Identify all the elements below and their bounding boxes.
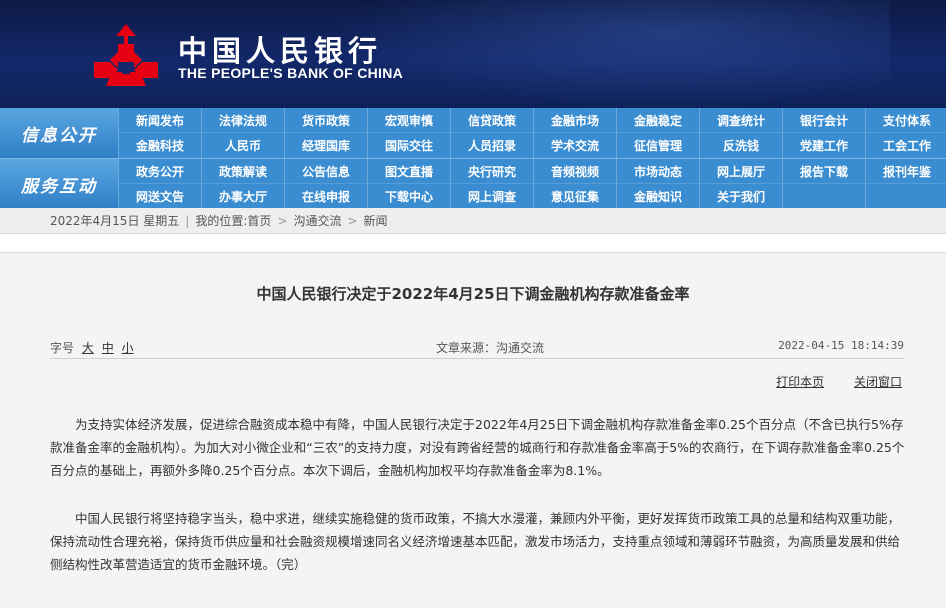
nav-link-public-2[interactable]: 货币政策: [284, 108, 367, 133]
nav-link-service-15[interactable]: 意见征集: [533, 184, 616, 209]
nav-link-service-2[interactable]: 公告信息: [284, 159, 367, 184]
font-size-medium-link[interactable]: 中: [102, 341, 114, 355]
nav-link-service-14[interactable]: 网上调查: [450, 184, 533, 209]
article-datetime: 2022-04-15 18:14:39: [778, 339, 904, 352]
nav-grid-service: 政务公开 政策解读 公告信息 图文直播 央行研究 音频视频 市场动态 网上展厅 报告下载 报刊年鉴…: [118, 159, 946, 209]
nav-row-public: 信息公开 新闻发布 法律法规 货币政策 宏观审慎 信贷政策 金融市场 金融稳定 调查统计 银行会…: [0, 108, 946, 158]
banner-glow: [330, 0, 890, 108]
font-size-controls: 字号 大 中 小: [50, 339, 134, 356]
nav-link-service-17[interactable]: 关于我们: [699, 184, 782, 209]
nav-link-service-12[interactable]: 在线申报: [284, 184, 367, 209]
nav-link-public-1[interactable]: 法律法规: [201, 108, 284, 133]
nav-link-public-4[interactable]: 信贷政策: [450, 108, 533, 133]
nav-grid-public: 新闻发布 法律法规 货币政策 宏观审慎 信贷政策 金融市场 金融稳定 调查统计 银行会计 支付体系…: [118, 108, 946, 158]
article-meta-bar: 字号 大 中 小 文章来源：沟通交流 2022-04-15 18:14:39: [50, 333, 904, 359]
nav-link-public-16[interactable]: 征信管理: [616, 133, 699, 158]
logo-chinese-text: 中国人民银行: [178, 34, 383, 68]
nav-link-service-7[interactable]: 网上展厅: [699, 159, 782, 184]
nav-link-service-1[interactable]: 政策解读: [201, 159, 284, 184]
article-title: 中国人民银行决定于2022年4月25日下调金融机构存款准备金率: [256, 285, 690, 303]
nav-category-public[interactable]: 信息公开: [0, 108, 118, 158]
nav-link-service-18: [782, 184, 865, 209]
nav-category-service[interactable]: 服务互动: [0, 159, 118, 209]
nav-link-service-10[interactable]: 网送文告: [118, 184, 201, 209]
breadcrumb: 2022年4月15日 星期五 | 我的位置: 首页 > 沟通交流 > 新闻: [0, 208, 946, 234]
nav-link-service-4[interactable]: 央行研究: [450, 159, 533, 184]
article-paragraph: 中国人民银行将坚持稳字当头，稳中求进，继续实施稳健的货币政策，不搞大水漫灌，兼顾…: [50, 511, 901, 572]
nav-link-public-10[interactable]: 金融科技: [118, 133, 201, 158]
nav-link-public-5[interactable]: 金融市场: [533, 108, 616, 133]
article-container: 中国人民银行决定于2022年4月25日下调金融机构存款准备金率 字号 大 中 小…: [0, 252, 946, 608]
nav-link-public-8[interactable]: 银行会计: [782, 108, 865, 133]
breadcrumb-home-link[interactable]: 首页: [247, 212, 271, 229]
nav-link-public-19[interactable]: 工会工作: [865, 133, 946, 158]
breadcrumb-divider: |: [185, 213, 190, 228]
nav-link-public-11[interactable]: 人民币: [201, 133, 284, 158]
article-source: 文章来源：沟通交流: [435, 341, 544, 355]
nav-link-public-0[interactable]: 新闻发布: [118, 108, 201, 133]
logo-english-text: THE PEOPLE'S BANK OF CHINA: [178, 65, 404, 81]
font-size-label: 字号: [50, 341, 75, 355]
nav-link-public-18[interactable]: 党建工作: [782, 133, 865, 158]
nav-link-service-9[interactable]: 报刊年鉴: [865, 159, 946, 184]
nav-link-service-16[interactable]: 金融知识: [616, 184, 699, 209]
nav-link-public-14[interactable]: 人员招录: [450, 133, 533, 158]
breadcrumb-current-link[interactable]: 新闻: [364, 212, 388, 229]
nav-link-service-0[interactable]: 政务公开: [118, 159, 201, 184]
nav-link-public-3[interactable]: 宏观审慎: [367, 108, 450, 133]
nav-link-service-8[interactable]: 报告下载: [782, 159, 865, 184]
location-label: 我的位置:: [195, 214, 248, 228]
font-size-large-link[interactable]: 大: [82, 341, 94, 355]
print-page-link[interactable]: 打印本页: [776, 375, 824, 389]
nav-link-public-15[interactable]: 学术交流: [533, 133, 616, 158]
pboc-logo-icon[interactable]: [88, 22, 164, 88]
nav-link-service-3[interactable]: 图文直播: [367, 159, 450, 184]
breadcrumb-section-link[interactable]: 沟通交流: [293, 212, 341, 229]
article-paragraph: 为支持实体经济发展，促进综合融资成本稳中有降，中国人民银行决定于2022年4月2…: [50, 417, 905, 478]
nav-link-public-9[interactable]: 支付体系: [865, 108, 946, 133]
breadcrumb-separator: >: [347, 213, 358, 228]
nav-link-service-19: [865, 184, 946, 209]
nav-link-public-17[interactable]: 反洗钱: [699, 133, 782, 158]
nav-link-service-11[interactable]: 办事大厅: [201, 184, 284, 209]
close-window-link[interactable]: 关闭窗口: [854, 375, 902, 389]
current-date: 2022年4月15日 星期五: [50, 214, 180, 228]
nav-link-public-12[interactable]: 经理国库: [284, 133, 367, 158]
nav-link-public-13[interactable]: 国际交往: [367, 133, 450, 158]
nav-link-service-13[interactable]: 下载中心: [367, 184, 450, 209]
header-banner: 中国人民银行 THE PEOPLE'S BANK OF CHINA: [0, 0, 946, 108]
nav-link-public-7[interactable]: 调查统计: [699, 108, 782, 133]
nav-link-service-6[interactable]: 市场动态: [616, 159, 699, 184]
article-tools: 打印本页 关闭窗口: [750, 373, 902, 390]
main-navigation: 信息公开 新闻发布 法律法规 货币政策 宏观审慎 信贷政策 金融市场 金融稳定 调查统计 银行会…: [0, 108, 946, 209]
nav-row-service: 服务互动 政务公开 政策解读 公告信息 图文直播 央行研究 音频视频 市场动态 网上展厅 报告下…: [0, 158, 946, 209]
nav-link-service-5[interactable]: 音频视频: [533, 159, 616, 184]
nav-link-public-6[interactable]: 金融稳定: [616, 108, 699, 133]
font-size-small-link[interactable]: 小: [122, 341, 134, 355]
breadcrumb-separator: >: [277, 213, 288, 228]
